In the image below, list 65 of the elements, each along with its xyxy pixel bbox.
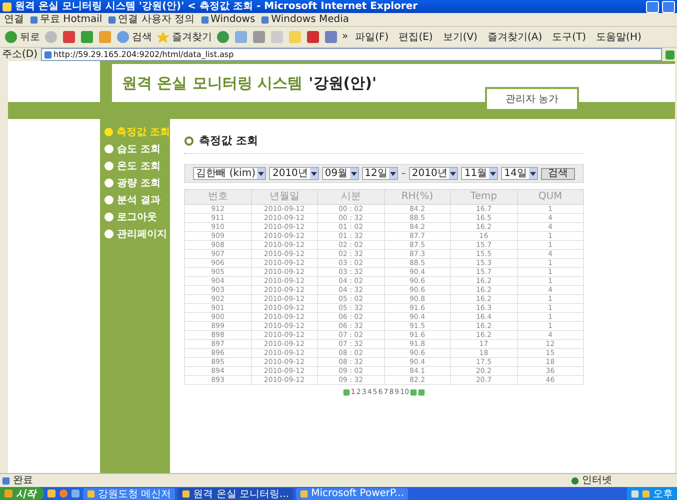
address-label: 주소(D) (2, 48, 38, 60)
window-title: 원격 온실 모니터링 시스템 '강원(안)' < 측정값 조회 - Microsoft Internet Explorer (15, 0, 419, 13)
more-chevron[interactable]: » (342, 31, 348, 43)
caret-icon (450, 172, 456, 176)
menu-bullet-icon (104, 144, 114, 154)
search-button[interactable]: 검색 (540, 168, 575, 180)
app-icon (87, 490, 95, 498)
site-title: 원격 온실 모니터링 시스템 (122, 74, 303, 92)
taskbar-button[interactable]: Microsoft PowerP... (296, 488, 408, 500)
column-header: 년월일 (251, 190, 318, 204)
menu-bullet-icon (104, 229, 114, 239)
search-button[interactable]: 검색 (116, 30, 152, 44)
app-icon (182, 490, 190, 498)
dropdown[interactable]: 14일 (501, 167, 538, 180)
star-icon[interactable] (156, 30, 170, 44)
dropdown[interactable]: 김한빼 (kim) (193, 167, 266, 180)
maximize-button[interactable] (662, 0, 675, 12)
caret-icon (310, 172, 317, 176)
caret-icon (390, 172, 396, 176)
link-item[interactable]: 무료 Hotmail (30, 14, 102, 26)
dropdown[interactable]: 09월 (322, 167, 359, 180)
zone-text: 인터넷 (582, 474, 612, 486)
dropdown[interactable]: 2010년 (269, 167, 319, 180)
caret-icon (350, 172, 357, 176)
favorites-button[interactable]: 즐겨찾기 (156, 30, 212, 44)
app-icon (300, 490, 308, 498)
clock: 오후 (653, 488, 673, 500)
link-item[interactable]: Windows (200, 14, 256, 26)
link-item[interactable]: 연결 사용자 정의 (108, 14, 195, 26)
site-name: '강원(안)' (308, 74, 377, 92)
user-badge: 관리자 농가 (485, 87, 579, 111)
dropdown[interactable]: 12일 (362, 167, 398, 180)
caret-icon (530, 172, 536, 176)
menu-bullet-icon (104, 195, 114, 205)
status-text: 완료 (13, 474, 33, 486)
range-dash: – (401, 168, 406, 178)
minimize-button[interactable] (646, 0, 659, 12)
menu-bullet-icon (104, 212, 114, 222)
menu-item[interactable]: 편집(E) (396, 30, 436, 44)
menu-item[interactable]: 보기(V) (440, 30, 480, 44)
column-header: RH(%) (384, 190, 450, 204)
menu-bullet-icon (104, 178, 114, 188)
menu-item[interactable]: 도구(T) (549, 30, 590, 44)
dropdown[interactable]: 2010년 (408, 167, 458, 180)
column-header: QUM (517, 190, 584, 204)
column-header: 시분 (318, 190, 384, 204)
ring-icon (184, 136, 194, 146)
caret-icon (258, 172, 264, 176)
menu-bullet-icon (104, 127, 114, 137)
taskbar-button[interactable]: 원격 온실 모니터링... (178, 488, 294, 500)
caret-icon (490, 172, 496, 176)
links-label: 연결 (4, 14, 24, 26)
link-item[interactable]: Windows Media (261, 14, 350, 26)
section-heading: 측정값 조회 (199, 133, 258, 148)
column-header: Temp (450, 190, 517, 204)
start-button[interactable]: 시작 (0, 487, 44, 500)
back-button[interactable]: 뒤로 (4, 30, 40, 44)
menu-bullet-icon (104, 161, 114, 171)
menu-item[interactable]: 파일(F) (352, 30, 392, 44)
menu-item[interactable]: 도움말(H) (593, 30, 644, 44)
column-header: 번호 (184, 190, 251, 204)
dropdown[interactable]: 11월 (461, 167, 498, 180)
menu-item[interactable]: 즐겨찾기(A) (484, 30, 546, 44)
taskbar-button[interactable]: 강원도청 메신저 (83, 488, 176, 500)
address-field[interactable]: http://59.29.165.204:9202/html/data_list.asp (40, 48, 662, 61)
